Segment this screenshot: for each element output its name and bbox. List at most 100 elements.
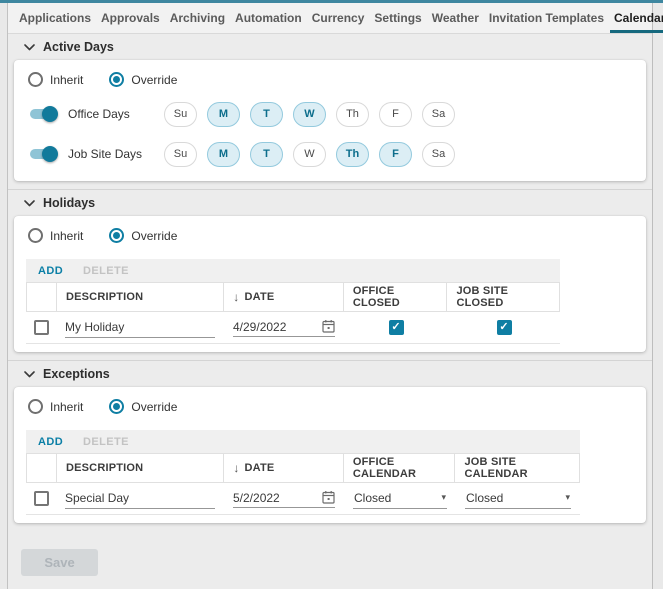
row-select-checkbox[interactable]: ✓ (34, 320, 49, 335)
calendar-picker-button[interactable] (322, 319, 335, 333)
radio-circle-icon (28, 399, 43, 414)
day-pill-w[interactable]: W (293, 142, 326, 167)
description-input[interactable] (65, 489, 215, 509)
tab-currency[interactable]: Currency (307, 3, 370, 33)
tab-label: Applications (19, 11, 91, 25)
settings-panel: Applications Approvals Archiving Automat… (7, 3, 653, 589)
section-active-days: Active Days Inherit Override (8, 34, 652, 181)
description-input[interactable] (65, 318, 215, 338)
day-pill-m[interactable]: M (207, 142, 240, 167)
day-pill-t[interactable]: T (250, 142, 283, 167)
day-pill-t[interactable]: T (250, 102, 283, 127)
date-input[interactable] (233, 318, 318, 334)
tab-settings[interactable]: Settings (369, 3, 426, 33)
exceptions-table-header: DESCRIPTION ↓DATE OFFICE CALENDAR JOB SI… (26, 453, 580, 483)
description-column-header[interactable]: DESCRIPTION (57, 454, 224, 482)
radio-circle-icon (28, 72, 43, 87)
add-button[interactable]: ADD (38, 265, 63, 277)
override-radio[interactable]: Override (109, 72, 177, 87)
day-pill-f[interactable]: F (379, 102, 412, 127)
tab-label: Settings (374, 11, 421, 25)
day-pill-th[interactable]: Th (336, 102, 369, 127)
job-site-days-toggle[interactable] (28, 145, 58, 163)
day-pill-su[interactable]: Su (164, 142, 197, 167)
chevron-down-icon (24, 371, 35, 378)
exceptions-grid: ADD DELETE DESCRIPTION ↓DATE OFFICE CALE… (26, 430, 580, 515)
date-column-header[interactable]: ↓DATE (224, 283, 344, 311)
top-accent-bar (0, 0, 663, 3)
job-site-calendar-column-header[interactable]: JOB SITE CALENDAR (455, 454, 579, 482)
day-pill-m[interactable]: M (207, 102, 240, 127)
column-label: OFFICE CLOSED (353, 285, 438, 309)
description-column-header[interactable]: DESCRIPTION (57, 283, 224, 311)
job-site-days-row: Job Site Days Su M T W Th F Sa (28, 141, 632, 167)
day-pill-f[interactable]: F (379, 142, 412, 167)
toggle-thumb (42, 106, 58, 122)
tab-invitation-templates[interactable]: Invitation Templates (484, 3, 609, 33)
job-site-closed-column-header[interactable]: JOB SITE CLOSED (447, 283, 559, 311)
office-days-pills: Su M T W Th F Sa (164, 102, 455, 127)
tab-label: Automation (235, 11, 302, 25)
row-select-checkbox[interactable]: ✓ (34, 491, 49, 506)
calendar-icon (322, 490, 335, 504)
calendar-picker-button[interactable] (322, 490, 335, 504)
inherit-radio[interactable]: Inherit (28, 72, 83, 87)
override-radio[interactable]: Override (109, 228, 177, 243)
delete-button[interactable]: DELETE (83, 436, 129, 448)
column-label: DESCRIPTION (66, 291, 143, 303)
exceptions-mode-radios: Inherit Override (26, 395, 634, 426)
override-radio-label: Override (131, 229, 177, 243)
tab-applications[interactable]: Applications (14, 3, 96, 33)
exceptions-header[interactable]: Exceptions (8, 361, 652, 386)
override-radio[interactable]: Override (109, 399, 177, 414)
radio-circle-icon (28, 228, 43, 243)
day-pill-th[interactable]: Th (336, 142, 369, 167)
save-button[interactable]: Save (21, 549, 98, 576)
chevron-down-icon (24, 44, 35, 51)
date-field (233, 318, 335, 337)
day-pill-su[interactable]: Su (164, 102, 197, 127)
date-input[interactable] (233, 489, 318, 505)
day-pill-w[interactable]: W (293, 102, 326, 127)
holidays-grid-toolbar: ADD DELETE (26, 259, 560, 282)
tab-archiving[interactable]: Archiving (165, 3, 230, 33)
column-label: DATE (244, 291, 274, 303)
tab-weather[interactable]: Weather (427, 3, 484, 33)
office-closed-checkbox[interactable]: ✓ (389, 320, 404, 335)
active-days-card: Inherit Override Office Days Su (14, 60, 646, 181)
office-days-label: Office Days (68, 107, 156, 121)
active-days-mode-radios: Inherit Override (26, 68, 634, 99)
dropdown-arrow-icon: ▾ (565, 493, 570, 502)
tab-calendar[interactable]: Calendar (609, 3, 663, 33)
active-days-header[interactable]: Active Days (8, 34, 652, 59)
job-site-calendar-select[interactable]: Closed ▾ (465, 489, 571, 509)
add-button[interactable]: ADD (38, 436, 63, 448)
day-pill-sa[interactable]: Sa (422, 102, 455, 127)
office-closed-column-header[interactable]: OFFICE CLOSED (344, 283, 448, 311)
table-row: ✓ (26, 483, 580, 515)
column-label: DATE (245, 462, 275, 474)
radio-circle-icon (109, 72, 124, 87)
office-calendar-select[interactable]: Closed ▾ (353, 489, 447, 509)
office-calendar-column-header[interactable]: OFFICE CALENDAR (344, 454, 456, 482)
delete-button[interactable]: DELETE (83, 265, 129, 277)
holidays-table-header: DESCRIPTION ↓DATE OFFICE CLOSED JOB SITE… (26, 282, 560, 312)
section-exceptions: Exceptions Inherit Override ADD (8, 360, 652, 523)
office-days-toggle[interactable] (28, 105, 58, 123)
holidays-card: Inherit Override ADD DELETE DESCRIPTION (14, 216, 646, 352)
section-title: Exceptions (43, 367, 110, 381)
section-title: Holidays (43, 196, 95, 210)
holidays-header[interactable]: Holidays (8, 190, 652, 215)
select-column-header (27, 283, 57, 311)
date-column-header[interactable]: ↓DATE (224, 454, 344, 482)
tab-approvals[interactable]: Approvals (96, 3, 165, 33)
day-pill-sa[interactable]: Sa (422, 142, 455, 167)
job-site-closed-checkbox[interactable]: ✓ (497, 320, 512, 335)
holidays-grid: ADD DELETE DESCRIPTION ↓DATE OFFICE CLOS… (26, 259, 560, 344)
radio-circle-icon (109, 228, 124, 243)
inherit-radio[interactable]: Inherit (28, 399, 83, 414)
column-label: DESCRIPTION (66, 462, 143, 474)
tab-automation[interactable]: Automation (230, 3, 307, 33)
inherit-radio[interactable]: Inherit (28, 228, 83, 243)
toggle-thumb (42, 146, 58, 162)
